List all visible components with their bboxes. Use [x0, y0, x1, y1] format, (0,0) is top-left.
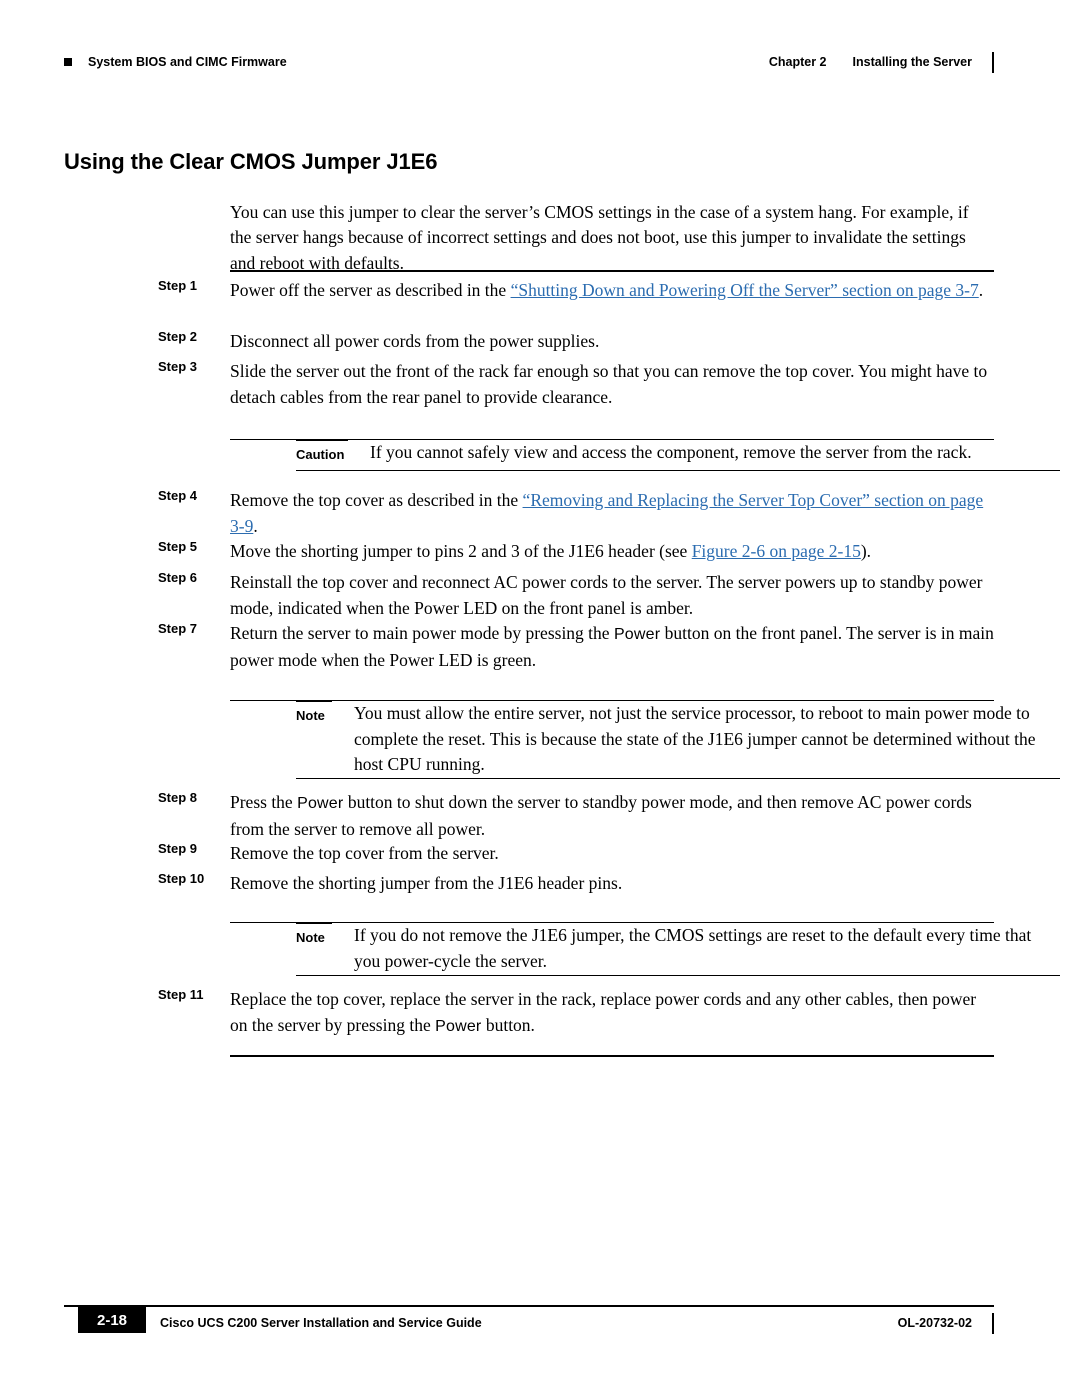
step-11-label: Step 11: [158, 987, 204, 1002]
step-10-text: Remove the shorting jumper from the J1E6…: [230, 873, 623, 893]
step-8-text-before: Press the: [230, 792, 298, 812]
step-7-text: Return the server to main power mode by …: [230, 621, 994, 673]
step-1-link[interactable]: “Shutting Down and Powering Off the Serv…: [511, 280, 979, 300]
caution-label: Caution: [296, 447, 345, 462]
header-running-title: System BIOS and CIMC Firmware: [88, 55, 287, 69]
step-1-text: Power off the server as described in the…: [230, 278, 994, 304]
header-right-rule: [992, 52, 994, 73]
step-5-text: Move the shorting jumper to pins 2 and 3…: [230, 539, 994, 565]
step-9-label: Step 9: [158, 841, 198, 856]
note2-text: If you do not remove the J1E6 jumper, th…: [354, 925, 1032, 971]
note1-label: Note: [296, 708, 325, 723]
note2-label: Note: [296, 930, 325, 945]
intro-paragraph: You can use this jumper to clear the ser…: [230, 201, 969, 273]
footer-right-rule: [992, 1313, 994, 1334]
step-4-text: Remove the top cover as described in the…: [230, 488, 994, 539]
header-bullet-icon: [64, 58, 72, 66]
caution-tab-rule: [296, 439, 348, 441]
step-3-label: Step 3: [158, 359, 198, 374]
power-button-label: Power: [297, 795, 344, 812]
step-4-label: Step 4: [158, 488, 198, 503]
page-footer: Cisco UCS C200 Server Installation and S…: [64, 1305, 994, 1345]
step-8-text: Press the Power button to shut down the …: [230, 790, 994, 842]
page-header: System BIOS and CIMC Firmware Chapter 2 I…: [64, 46, 994, 76]
note1-rule-bottom: [296, 778, 1060, 779]
step-3-text: Slide the server out the front of the ra…: [230, 361, 988, 407]
step-10-label: Step 10: [158, 871, 205, 886]
step-5-text-after: ).: [860, 541, 872, 561]
note2-rule-bottom: [296, 975, 1060, 976]
step-7-label: Step 7: [158, 621, 198, 636]
step-7-text-before: Return the server to main power mode by …: [230, 623, 614, 643]
footer-doc-id: OL-20732-02: [897, 1316, 972, 1330]
step-4-text-before: Remove the top cover as described in the: [230, 490, 523, 510]
caution-rule-bottom: [296, 470, 1060, 471]
page-title: Using the Clear CMOS Jumper J1E6: [64, 148, 438, 174]
step-5-label: Step 5: [158, 539, 198, 554]
step-5-figure-link[interactable]: Figure 2-6 on page 2-15: [692, 541, 861, 561]
caution-text: If you cannot safely view and access the…: [370, 442, 972, 462]
step-4-text-after: .: [253, 515, 258, 536]
step-11-text-before: Replace the top cover, replace the serve…: [230, 989, 977, 1035]
step-2-label: Step 2: [158, 329, 198, 344]
footer-guide-title: Cisco UCS C200 Server Installation and S…: [160, 1316, 482, 1330]
note1-tab-rule: [296, 700, 332, 702]
section-rule-bottom: [230, 1055, 994, 1057]
step-5-text-before: Move the shorting jumper to pins 2 and 3…: [230, 541, 692, 561]
footer-rule: [64, 1305, 994, 1307]
power-button-label: Power: [613, 626, 661, 643]
step-6-label: Step 6: [158, 570, 198, 585]
step-9-text: Remove the top cover from the server.: [230, 843, 499, 863]
step-8-label: Step 8: [158, 790, 198, 805]
header-chapter-title: Installing the Server: [852, 55, 972, 69]
note1-text: You must allow the entire server, not ju…: [354, 703, 1036, 774]
step-1-label: Step 1: [158, 278, 198, 293]
header-chapter-info: Chapter 2 Installing the Server: [769, 55, 972, 69]
section-rule-top: [230, 270, 994, 272]
step-11-text-after: button.: [481, 1014, 535, 1035]
page-number-badge: 2-18: [78, 1307, 146, 1333]
step-2-text: Disconnect all power cords from the powe…: [230, 331, 600, 351]
step-1-text-before: Power off the server as described in the: [230, 280, 511, 300]
power-button-label: Power: [435, 1017, 482, 1035]
step-1-text-after: .: [978, 280, 984, 300]
step-11-text: Replace the top cover, replace the serve…: [230, 987, 994, 1039]
step-6-text: Reinstall the top cover and reconnect AC…: [230, 572, 983, 618]
note2-tab-rule: [296, 922, 332, 924]
header-chapter-number: Chapter 2: [768, 55, 827, 69]
